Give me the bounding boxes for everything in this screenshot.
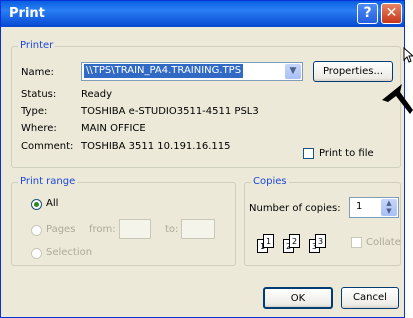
comment-value: TOSHIBA 3511 10.191.16.115	[81, 141, 231, 152]
selection-label[interactable]: Selection	[46, 247, 92, 258]
from-input[interactable]	[119, 219, 151, 239]
print-to-file-label[interactable]: Print to file	[319, 148, 374, 159]
print-dialog: Print ? ✕ Printer Name: \\TPS\TRAIN_PA4.…	[0, 0, 405, 318]
pointer-arrow-icon	[382, 84, 413, 114]
number-of-copies-label: Number of copies:	[249, 203, 341, 214]
printer-legend: Printer	[18, 40, 56, 51]
collate-illustration: 1 1 2 2 3 3	[251, 231, 341, 261]
status-label: Status:	[21, 89, 57, 100]
collate-checkbox[interactable]	[351, 237, 362, 248]
chevron-down-icon[interactable]: ▼	[285, 64, 301, 79]
print-range-legend: Print range	[18, 176, 78, 187]
spin-up-down-icon[interactable]: ▲ ▼	[381, 199, 397, 216]
properties-button[interactable]: Properties...	[313, 61, 393, 82]
to-label: to:	[165, 224, 179, 235]
close-button[interactable]: ✕	[381, 3, 402, 24]
type-label: Type:	[21, 106, 48, 117]
collate-label[interactable]: Collate	[366, 237, 401, 248]
title-bar[interactable]: Print ? ✕	[1, 1, 404, 27]
selection-radio[interactable]	[31, 248, 42, 259]
name-label: Name:	[21, 67, 54, 78]
copies-spinner[interactable]: 1 ▲ ▼	[349, 197, 399, 218]
copies-value: 1	[356, 201, 363, 212]
cancel-button[interactable]: Cancel	[341, 287, 399, 309]
pages-label[interactable]: Pages	[46, 224, 75, 235]
printer-name-value: \\TPS\TRAIN_PA4.TRAINING.TPS	[84, 64, 244, 78]
copies-legend: Copies	[251, 176, 289, 187]
to-input[interactable]	[181, 219, 215, 239]
help-button[interactable]: ?	[357, 3, 378, 24]
type-value: TOSHIBA e-STUDIO3511-4511 PSL3	[81, 106, 259, 117]
page-2-front: 2	[289, 234, 300, 248]
comment-label: Comment:	[21, 141, 74, 152]
where-label: Where:	[21, 123, 57, 134]
all-label[interactable]: All	[46, 198, 58, 209]
pages-radio[interactable]	[31, 225, 42, 236]
where-value: MAIN OFFICE	[81, 123, 146, 134]
printer-name-select[interactable]: \\TPS\TRAIN_PA4.TRAINING.TPS ▼	[81, 62, 303, 81]
page-3-front: 3	[315, 234, 326, 248]
mouse-cursor-icon	[403, 47, 413, 63]
dialog-title: Print	[9, 6, 45, 21]
status-value: Ready	[81, 89, 113, 100]
all-radio[interactable]	[31, 199, 42, 210]
ok-button[interactable]: OK	[263, 287, 333, 309]
from-label: from:	[89, 224, 116, 235]
print-to-file-checkbox[interactable]	[303, 148, 314, 159]
page-1-front: 1	[263, 234, 274, 248]
